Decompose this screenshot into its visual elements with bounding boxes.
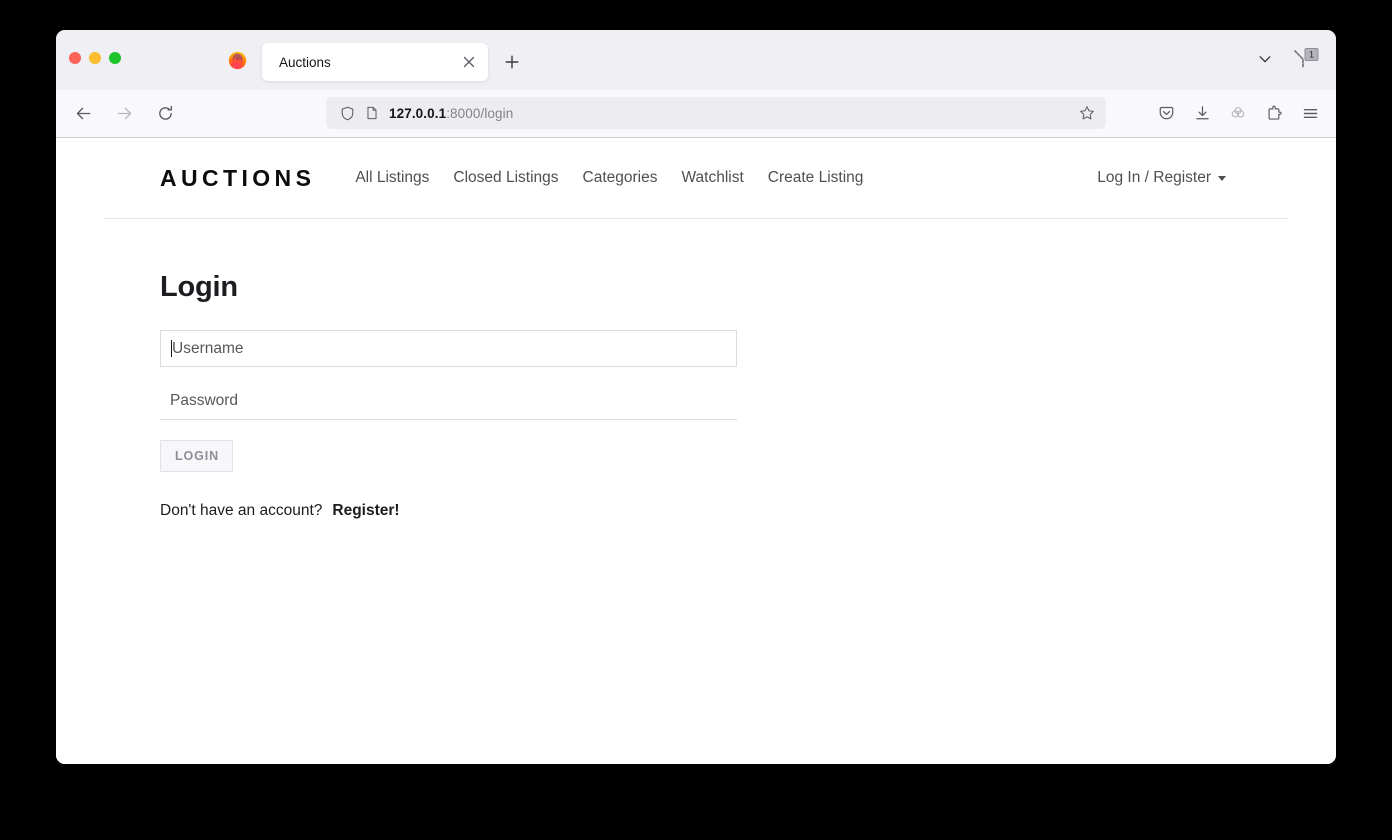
shield-icon[interactable] xyxy=(336,102,358,124)
username-input[interactable]: Username xyxy=(160,330,737,367)
password-input[interactable]: Password xyxy=(160,383,737,420)
star-icon[interactable] xyxy=(1074,100,1100,126)
url-text: 127.0.0.1:8000/login xyxy=(389,106,1074,121)
workspace-badge-count: 1 xyxy=(1309,50,1314,60)
url-path: :8000/login xyxy=(446,105,514,121)
account-dropdown-label: Log In / Register xyxy=(1097,169,1211,186)
back-button[interactable] xyxy=(67,98,99,130)
nav-link-watchlist[interactable]: Watchlist xyxy=(669,169,755,187)
username-placeholder: Username xyxy=(172,339,244,357)
pocket-save-icon[interactable] xyxy=(1150,97,1182,129)
password-placeholder: Password xyxy=(170,392,239,410)
account-dropdown-toggle[interactable]: Log In / Register xyxy=(1097,169,1226,187)
nav-link-all-listings[interactable]: All Listings xyxy=(343,169,441,187)
window-maximize-button[interactable] xyxy=(109,52,121,64)
register-link[interactable]: Register! xyxy=(332,502,399,520)
main-content: Login Username Password LOGIN Don't have… xyxy=(160,271,1336,520)
register-prompt-row: Don't have an account? Register! xyxy=(160,502,1336,520)
browser-window: Auctions 1 127.0.0.1:8000/login AUCTIONS… xyxy=(56,30,1336,764)
firefox-logo-icon xyxy=(228,51,247,70)
hamburger-menu-icon[interactable] xyxy=(1294,97,1326,129)
tab-title: Auctions xyxy=(279,54,331,70)
tabstrip-right-controls: 1 xyxy=(1252,46,1322,72)
page-document-icon[interactable] xyxy=(361,102,383,124)
site-brand-logo[interactable]: AUCTIONS xyxy=(160,165,315,192)
tab-list: Auctions xyxy=(262,43,528,81)
register-prompt-text: Don't have an account? xyxy=(160,502,323,519)
browser-tab-strip: Auctions 1 xyxy=(56,30,1336,90)
reload-button[interactable] xyxy=(149,98,181,130)
browser-navigation-toolbar: 127.0.0.1:8000/login xyxy=(56,90,1336,138)
tab-close-icon[interactable] xyxy=(458,51,480,73)
window-minimize-button[interactable] xyxy=(89,52,101,64)
extensions-puzzle-icon[interactable] xyxy=(1258,97,1290,129)
window-close-button[interactable] xyxy=(69,52,81,64)
workspace-badge-icon[interactable]: 1 xyxy=(1292,46,1322,72)
new-tab-button[interactable] xyxy=(496,46,528,78)
caret-down-icon xyxy=(1218,175,1226,181)
browser-tab-auctions[interactable]: Auctions xyxy=(262,43,488,81)
toolbar-right-icons xyxy=(1150,97,1326,129)
navbar-right: Log In / Register xyxy=(1097,169,1226,187)
window-traffic-lights xyxy=(69,52,121,64)
primary-nav-links: All Listings Closed Listings Categories … xyxy=(343,169,875,187)
login-submit-button[interactable]: LOGIN xyxy=(160,440,234,472)
login-form: Username Password LOGIN xyxy=(160,330,737,472)
nav-link-create-listing[interactable]: Create Listing xyxy=(756,169,876,187)
web-page-content: AUCTIONS All Listings Closed Listings Ca… xyxy=(56,138,1336,764)
nav-link-categories[interactable]: Categories xyxy=(571,169,670,187)
nav-link-closed-listings[interactable]: Closed Listings xyxy=(441,169,570,187)
url-bar[interactable]: 127.0.0.1:8000/login xyxy=(326,97,1106,129)
site-navbar: AUCTIONS All Listings Closed Listings Ca… xyxy=(104,138,1288,219)
page-title: Login xyxy=(160,271,238,303)
containers-icon[interactable] xyxy=(1222,97,1254,129)
url-host: 127.0.0.1 xyxy=(389,105,447,121)
chevron-down-icon[interactable] xyxy=(1252,46,1278,72)
download-icon[interactable] xyxy=(1186,97,1218,129)
desktop-screen: Auctions 1 127.0.0.1:8000/login AUCTIONS… xyxy=(0,0,1392,840)
forward-button[interactable] xyxy=(108,98,140,130)
